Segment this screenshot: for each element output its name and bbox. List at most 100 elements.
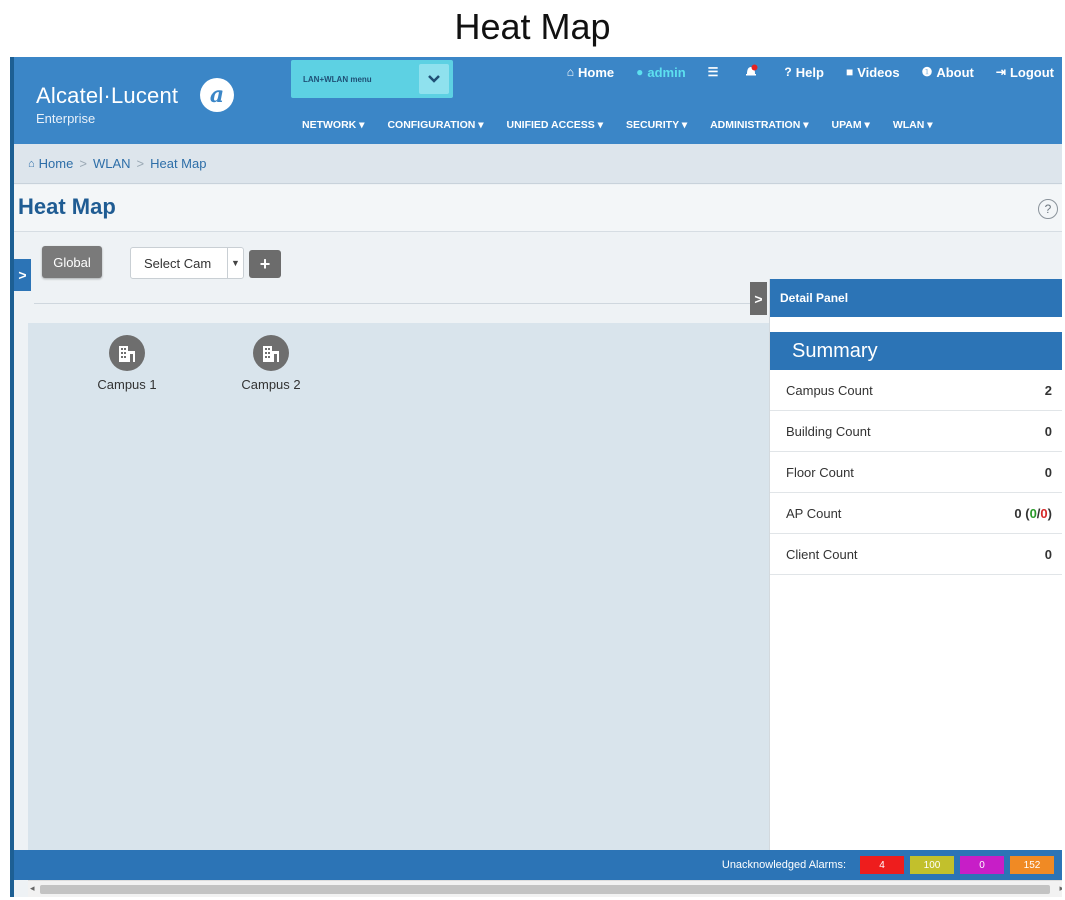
mainnav-upam[interactable]: UPAM ▾ [832, 119, 870, 131]
summary-row-client-count: Client Count 0 [770, 534, 1062, 575]
building-icon [109, 335, 145, 371]
nav-about-label: About [936, 64, 974, 80]
nav-list[interactable]: ☰ [708, 65, 723, 79]
top-nav: ⌂ Home ● admin ☰ ? Help ■ Videos ❶ About… [545, 61, 1054, 83]
logout-icon: ⇥ [995, 65, 1006, 79]
campus-item[interactable]: Campus 1 [82, 335, 172, 392]
summary-label: Floor Count [786, 464, 854, 480]
scroll-left-icon[interactable]: ◂ [30, 883, 35, 894]
summary-row-ap-count: AP Count 0 (0/0) [770, 493, 1062, 534]
video-icon: ■ [845, 65, 854, 79]
nav-home-label: Home [577, 64, 615, 80]
figure-title: Heat Map [454, 6, 611, 47]
question-icon: ? [784, 65, 792, 79]
chevron-right-icon: > [754, 290, 763, 307]
info-icon: ❶ [921, 65, 933, 79]
summary-value: 0 (0/0) [1014, 505, 1052, 521]
detail-panel: Detail Panel Summary Campus Count 2 Buil… [769, 279, 1062, 850]
summary-label: Client Count [786, 546, 858, 562]
summary-row-building-count: Building Count 0 [770, 411, 1062, 452]
nav-help-label: Help [795, 64, 824, 80]
plus-icon: + [259, 253, 271, 274]
nav-admin[interactable]: ● admin [636, 65, 686, 80]
footer-bar: Unacknowledged Alarms: 4 100 0 152 [14, 850, 1062, 880]
nav-logout[interactable]: ⇥ Logout [996, 65, 1054, 80]
toolbar-divider [34, 303, 756, 304]
scroll-right-icon[interactable]: ▸ [1059, 883, 1062, 894]
app-window: Alcatel·Lucent Enterprise a LAN+WLAN men… [10, 57, 1062, 897]
campus-item[interactable]: Campus 2 [226, 335, 316, 392]
nav-videos[interactable]: ■ Videos [846, 65, 900, 80]
mainnav-wlan[interactable]: WLAN ▾ [893, 119, 933, 131]
mainnav-network[interactable]: NETWORK ▾ [302, 119, 364, 131]
scrollbar-thumb[interactable] [40, 885, 1050, 894]
caret-down-icon[interactable]: ▼ [227, 248, 243, 278]
chevron-down-icon[interactable] [419, 64, 449, 94]
menu-select-label: LAN+WLAN menu [303, 74, 372, 84]
summary-row-campus-count: Campus Count 2 [770, 370, 1062, 411]
mainnav-configuration[interactable]: CONFIGURATION ▾ [387, 119, 483, 131]
page-title: Heat Map [18, 194, 116, 219]
ap-count-total: 0 [1014, 505, 1022, 521]
breadcrumb-home[interactable]: Home [39, 156, 74, 171]
nav-logout-label: Logout [1009, 64, 1054, 80]
summary-value: 0 [1044, 464, 1052, 480]
summary-value: 0 [1044, 546, 1052, 562]
campus-select-value: Select Cam [144, 255, 212, 271]
alarm-minor-badge[interactable]: 0 [960, 856, 1004, 874]
nav-notifications[interactable] [744, 64, 762, 81]
help-icon[interactable]: ? [1038, 199, 1058, 219]
nav-videos-label: Videos [857, 64, 900, 80]
alarm-critical-badge[interactable]: 4 [860, 856, 904, 874]
brand-subtitle: Enterprise [36, 111, 96, 126]
summary-value: 0 [1044, 423, 1052, 439]
summary-label: AP Count [786, 505, 842, 521]
global-button[interactable]: Global [42, 246, 102, 278]
nav-about[interactable]: ❶ About [922, 65, 974, 80]
breadcrumb-separator: > [79, 156, 87, 171]
brand-logo-icon: a [200, 78, 234, 112]
mainnav-security[interactable]: SECURITY ▾ [626, 119, 687, 131]
map-area[interactable]: Campus 1 Campus 2 [28, 323, 773, 850]
ap-count-up: 0 [1029, 505, 1037, 521]
campus-label: Campus 1 [97, 377, 157, 392]
nav-help[interactable]: ? Help [784, 65, 824, 80]
summary-label: Campus Count [786, 382, 873, 398]
alarms-label: Unacknowledged Alarms: [721, 859, 846, 871]
detail-panel-header: Detail Panel [770, 279, 1062, 317]
horizontal-scrollbar[interactable]: ◂ ▸ [28, 880, 1062, 897]
page-heading: Heat Map ? [14, 185, 1062, 232]
campus-label: Campus 2 [241, 377, 301, 392]
summary-header: Summary [770, 332, 1062, 370]
nav-admin-label: admin [647, 64, 686, 80]
breadcrumb-separator: > [136, 156, 145, 171]
add-button[interactable]: + [249, 250, 281, 278]
alarm-warning-badge[interactable]: 152 [1010, 856, 1054, 874]
menu-select[interactable]: LAN+WLAN menu [291, 60, 453, 98]
brand[interactable]: Alcatel·Lucent Enterprise [36, 83, 178, 126]
header: Alcatel·Lucent Enterprise a LAN+WLAN men… [14, 57, 1062, 144]
breadcrumb-current: Heat Map [150, 156, 207, 171]
detail-panel-toggle[interactable]: > [750, 282, 767, 315]
building-icon [253, 335, 289, 371]
summary-label: Building Count [786, 423, 871, 439]
home-icon: ⌂ [566, 65, 574, 79]
summary-value: 2 [1044, 382, 1052, 398]
mainnav-administration[interactable]: ADMINISTRATION ▾ [710, 119, 808, 131]
breadcrumb: ⌂ Home > WLAN > Heat Map [14, 144, 1062, 184]
alarm-major-badge[interactable]: 100 [910, 856, 954, 874]
user-icon: ● [636, 65, 644, 79]
nav-home[interactable]: ⌂ Home [567, 65, 614, 80]
campus-select[interactable]: Select Cam ▼ [130, 247, 244, 279]
left-panel-toggle[interactable]: > [14, 259, 31, 291]
breadcrumb-wlan[interactable]: WLAN [93, 156, 131, 171]
bell-icon [744, 64, 758, 81]
mainnav-unified-access[interactable]: UNIFIED ACCESS ▾ [507, 119, 603, 131]
summary-row-floor-count: Floor Count 0 [770, 452, 1062, 493]
home-icon: ⌂ [28, 157, 35, 170]
list-icon: ☰ [707, 65, 719, 79]
main-nav: NETWORK ▾ CONFIGURATION ▾ UNIFIED ACCESS… [302, 119, 956, 131]
chevron-right-icon: > [18, 267, 27, 283]
brand-name: Alcatel·Lucent [36, 83, 179, 108]
ap-count-down: 0 [1040, 505, 1048, 521]
